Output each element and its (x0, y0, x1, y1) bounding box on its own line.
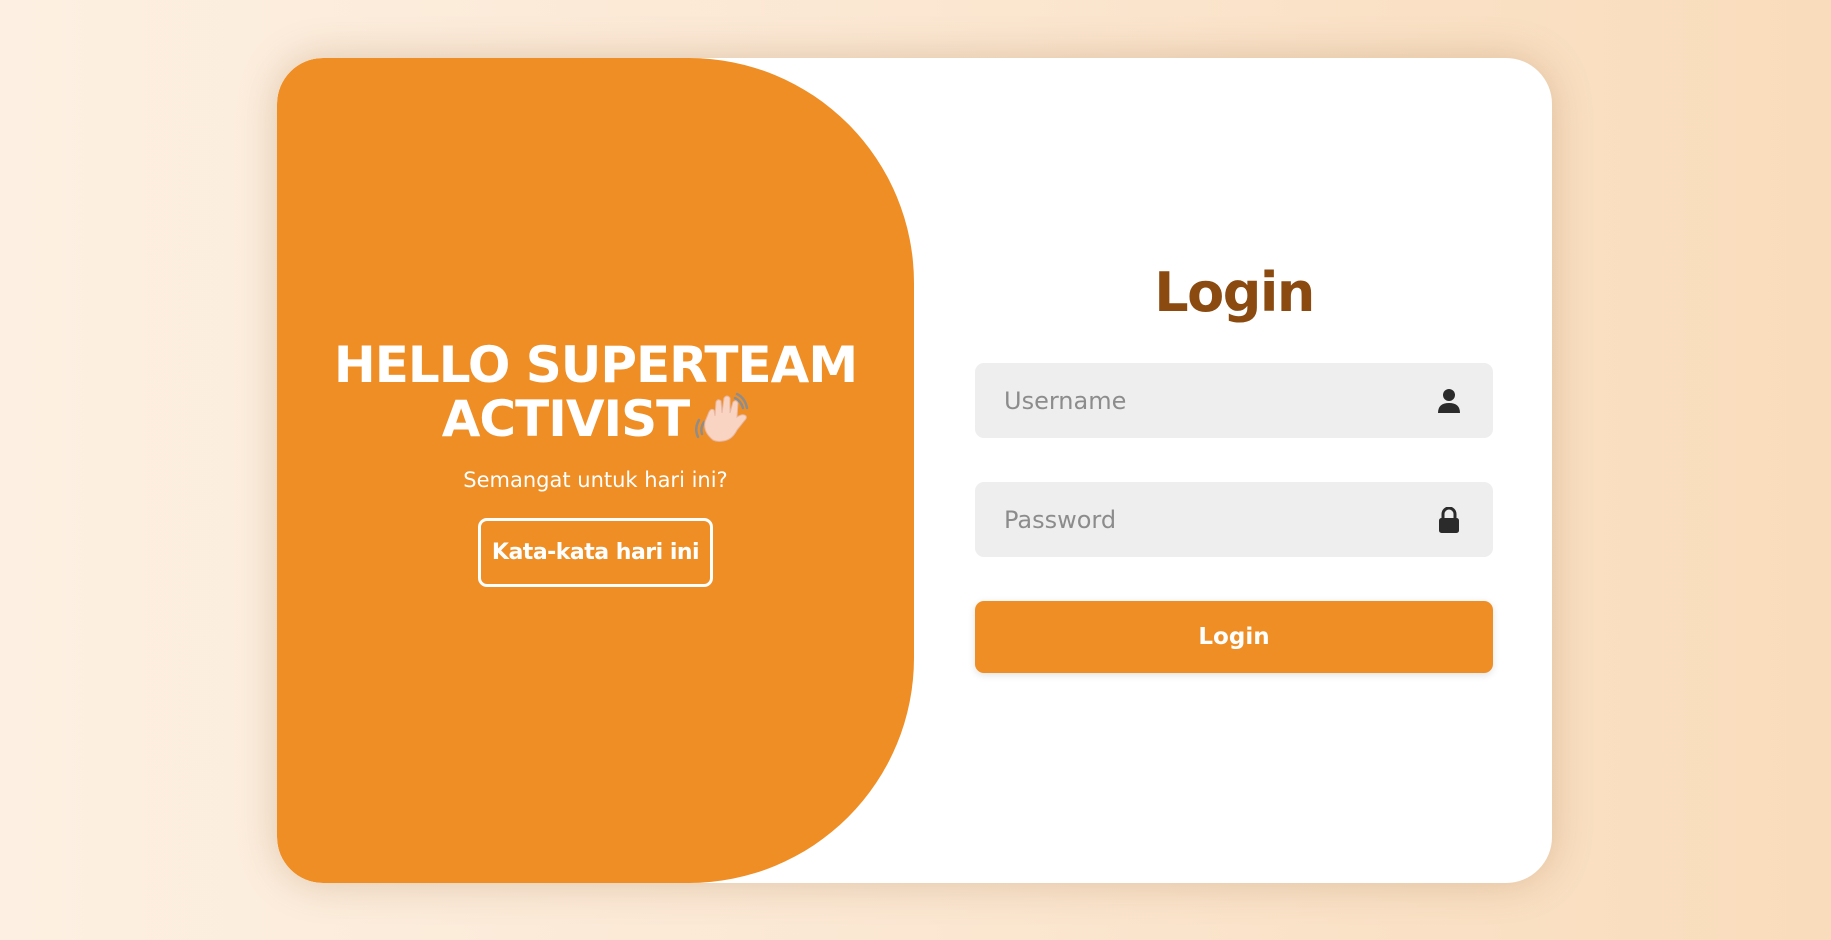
login-button[interactable]: Login (975, 601, 1493, 673)
welcome-subtitle: Semangat untuk hari ini? (463, 468, 728, 492)
welcome-title-text: HELLO SUPERTEAM ACTIVIST (333, 336, 858, 448)
username-field (975, 363, 1493, 438)
password-input[interactable] (975, 482, 1493, 557)
waving-hand-icon (695, 392, 749, 442)
login-title: Login (1154, 261, 1315, 324)
password-field (975, 482, 1493, 557)
daily-quote-button[interactable]: Kata-kata hari ini (477, 518, 714, 587)
user-icon (1438, 388, 1460, 413)
lock-icon (1439, 506, 1459, 533)
username-input[interactable] (975, 363, 1493, 438)
welcome-panel: HELLO SUPERTEAM ACTIVIST Semangat untuk … (277, 58, 914, 883)
welcome-title: HELLO SUPERTEAM ACTIVIST (316, 338, 876, 446)
login-card: HELLO SUPERTEAM ACTIVIST Semangat untuk … (277, 58, 1552, 883)
